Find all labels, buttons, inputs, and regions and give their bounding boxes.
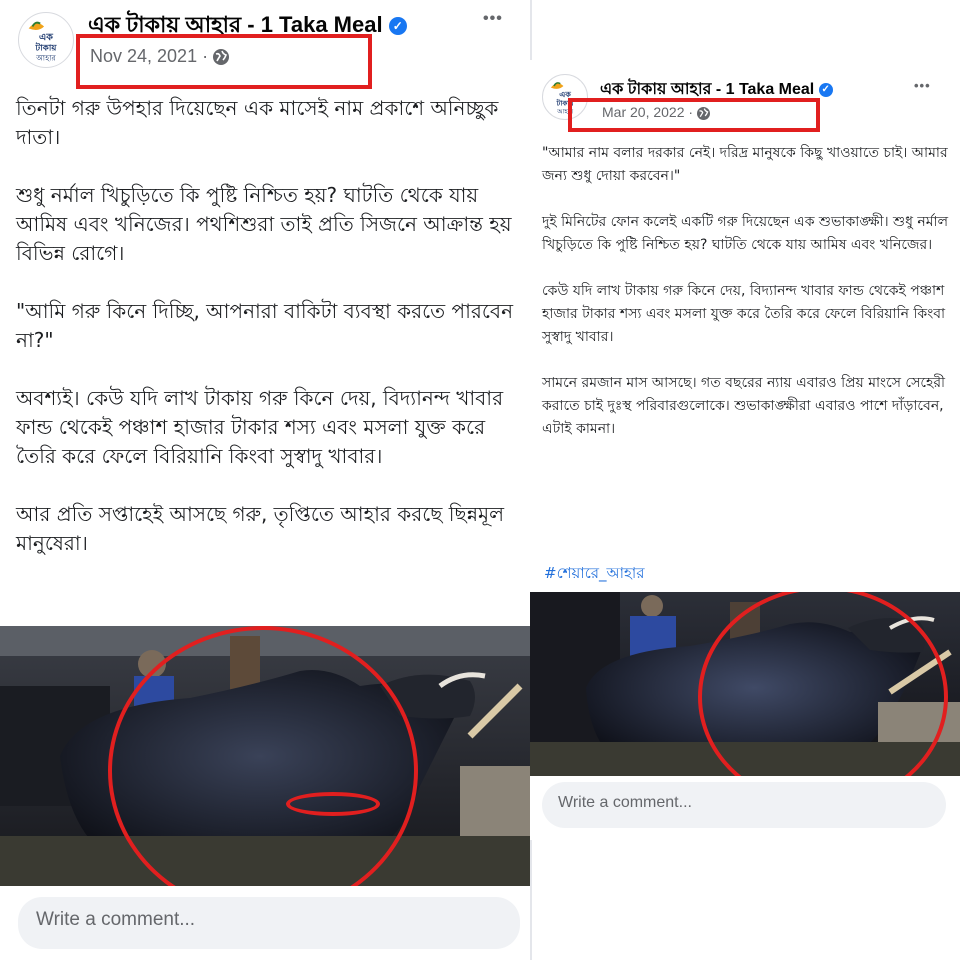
date-highlight-box [568, 98, 820, 132]
cow-photo[interactable] [0, 626, 530, 886]
hashtag-link[interactable]: #শেয়ারে_আহার [544, 562, 644, 587]
page-avatar[interactable]: এক টাকায় আহার [18, 12, 74, 68]
comment-input[interactable]: Write a comment... [542, 782, 946, 828]
cow-photo[interactable] [530, 592, 960, 776]
svg-text:এক: এক [39, 32, 54, 43]
svg-text:আহার: আহার [35, 53, 56, 62]
post-body: "আমার নাম বলার দরকার নেই। দরিদ্র মানুষকে… [542, 145, 949, 437]
verified-icon: ✓ [818, 82, 833, 97]
more-options-icon[interactable]: ••• [914, 78, 931, 93]
right-post: এক টাকায় আহার এক টাকায় আহার - 1 Taka M… [530, 60, 960, 840]
comment-input[interactable]: Write a comment... [18, 897, 520, 949]
post-body: তিনটা গরু উপহার দিয়েছেন এক মাসেই নাম প্… [16, 96, 514, 555]
more-options-icon[interactable]: ••• [483, 10, 503, 28]
date-highlight-box [76, 34, 372, 89]
verified-icon: ✓ [388, 17, 407, 36]
cow-hump-highlight-circle [698, 592, 948, 776]
left-post: এক টাকায় আহার এক টাকায় আহার - 1 Taka M… [0, 0, 530, 960]
mark-highlight-ellipse [286, 792, 380, 816]
